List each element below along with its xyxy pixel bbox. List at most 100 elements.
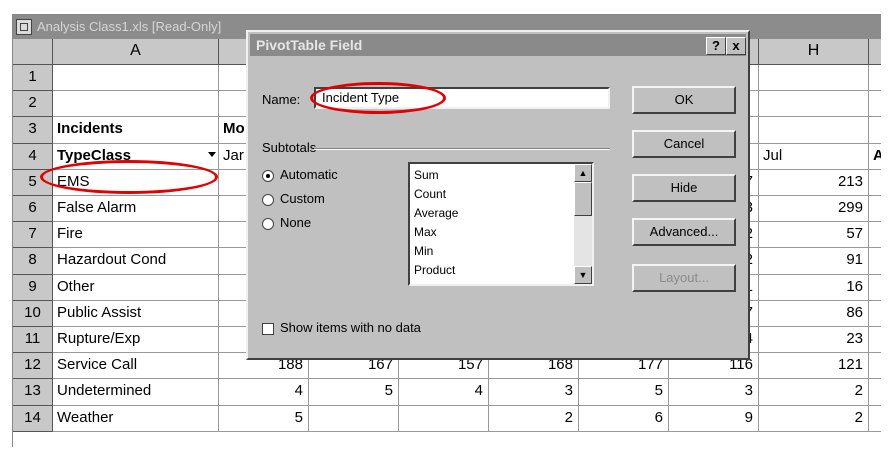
table-cell[interactable]: A: [869, 144, 881, 170]
table-cell[interactable]: Jul: [759, 143, 869, 170]
table-cell[interactable]: 299: [759, 196, 869, 223]
custom-radio[interactable]: [262, 194, 274, 206]
row-header[interactable]: 6: [13, 196, 53, 223]
table-cell[interactable]: [869, 170, 881, 196]
table-cell[interactable]: [53, 65, 219, 92]
row-header[interactable]: 11: [13, 327, 53, 354]
row-header[interactable]: 7: [13, 222, 53, 249]
list-item[interactable]: Sum: [414, 166, 439, 184]
row-header[interactable]: 12: [13, 353, 53, 380]
subtotals-listbox[interactable]: Sum Count Average Max Min Product ▲ ▼: [408, 162, 594, 286]
list-item[interactable]: Count: [414, 185, 446, 203]
table-cell[interactable]: [869, 275, 881, 301]
row-header[interactable]: 2: [13, 91, 53, 118]
table-cell[interactable]: Rupture/Exp: [53, 327, 219, 354]
table-cell[interactable]: [309, 405, 399, 432]
table-cell[interactable]: 91: [759, 248, 869, 275]
table-cell[interactable]: [759, 91, 869, 118]
table-cell[interactable]: 3: [669, 379, 759, 406]
custom-radio-label[interactable]: Custom: [280, 191, 325, 206]
ok-button[interactable]: OK: [632, 86, 736, 114]
layout-button[interactable]: Layout...: [632, 264, 736, 292]
table-cell[interactable]: 213: [759, 169, 869, 196]
scroll-up-icon[interactable]: ▲: [574, 164, 592, 182]
list-item[interactable]: Max: [414, 223, 437, 241]
dialog-title-bar[interactable]: PivotTable Field ? x: [250, 34, 746, 56]
table-cell[interactable]: Fire: [53, 222, 219, 249]
table-cell[interactable]: Service Call: [53, 353, 219, 380]
list-item[interactable]: Average: [414, 204, 458, 222]
table-cell[interactable]: 2: [489, 405, 579, 432]
list-item[interactable]: Min: [414, 242, 433, 260]
name-highlight-oval: [310, 82, 446, 114]
row-header[interactable]: 9: [13, 274, 53, 301]
table-cell[interactable]: 2: [759, 379, 869, 406]
table-cell[interactable]: [869, 379, 881, 406]
table-cell[interactable]: 3: [489, 379, 579, 406]
table-cell[interactable]: 86: [759, 300, 869, 327]
table-cell[interactable]: 4: [399, 379, 489, 406]
chevron-down-icon[interactable]: [208, 151, 216, 157]
table-cell[interactable]: Other: [53, 274, 219, 301]
table-cell[interactable]: [759, 65, 869, 92]
pivottable-field-dialog: PivotTable Field ? x Name: Incident Type…: [246, 30, 750, 360]
scroll-down-icon[interactable]: ▼: [574, 266, 592, 284]
row-header[interactable]: 10: [13, 300, 53, 327]
column-header[interactable]: [869, 39, 881, 65]
table-cell[interactable]: Hazardout Cond: [53, 248, 219, 275]
row-header[interactable]: 1: [13, 65, 53, 92]
help-button[interactable]: ?: [706, 37, 726, 55]
table-cell[interactable]: [869, 222, 881, 249]
table-cell[interactable]: [869, 196, 881, 223]
list-item[interactable]: Product: [414, 261, 455, 279]
table-cell[interactable]: 5: [579, 379, 669, 406]
none-radio-label[interactable]: None: [280, 215, 311, 230]
table-cell[interactable]: [759, 117, 869, 144]
hide-button[interactable]: Hide: [632, 174, 736, 202]
table-cell[interactable]: [869, 65, 881, 92]
table-cell[interactable]: Undetermined: [53, 379, 219, 406]
column-header-a[interactable]: A: [53, 39, 219, 65]
row-header[interactable]: 14: [13, 405, 53, 432]
table-cell[interactable]: 4: [219, 379, 309, 406]
select-all-corner[interactable]: [13, 39, 53, 65]
table-cell[interactable]: 16: [759, 274, 869, 301]
table-cell[interactable]: [53, 91, 219, 118]
table-cell[interactable]: 9: [669, 405, 759, 432]
automatic-radio[interactable]: [262, 170, 274, 182]
table-cell[interactable]: [869, 353, 881, 380]
table-cell[interactable]: 2: [759, 405, 869, 432]
table-cell[interactable]: [869, 406, 881, 432]
table-cell[interactable]: Incidents: [53, 117, 219, 144]
table-cell[interactable]: [869, 248, 881, 275]
table-cell[interactable]: 121: [759, 353, 869, 380]
row-header[interactable]: 3: [13, 117, 53, 144]
table-cell[interactable]: 6: [579, 405, 669, 432]
table-cell[interactable]: [399, 405, 489, 432]
close-button[interactable]: x: [726, 37, 746, 55]
advanced-button[interactable]: Advanced...: [632, 218, 736, 246]
show-items-checkbox[interactable]: [262, 323, 274, 335]
table-cell[interactable]: 23: [759, 327, 869, 354]
row-header[interactable]: 8: [13, 248, 53, 275]
table-cell[interactable]: [869, 91, 881, 118]
none-radio[interactable]: [262, 218, 274, 230]
table-cell[interactable]: 57: [759, 222, 869, 249]
table-cell[interactable]: 5: [219, 405, 309, 432]
listbox-scrollbar[interactable]: ▲ ▼: [574, 164, 592, 284]
cancel-button[interactable]: Cancel: [632, 130, 736, 158]
table-cell[interactable]: False Alarm: [53, 196, 219, 223]
table-cell[interactable]: Weather: [53, 405, 219, 432]
scroll-thumb[interactable]: [574, 182, 592, 216]
table-cell[interactable]: [869, 327, 881, 354]
table-cell[interactable]: 5: [309, 379, 399, 406]
show-items-label[interactable]: Show items with no data: [280, 320, 421, 335]
table-cell[interactable]: [869, 117, 881, 144]
row-header[interactable]: 13: [13, 379, 53, 406]
typeclass-highlight-oval: [40, 160, 218, 194]
column-header-h[interactable]: H: [759, 39, 869, 65]
automatic-radio-label[interactable]: Automatic: [280, 167, 338, 182]
table-cell[interactable]: [869, 301, 881, 327]
row-header[interactable]: 4: [13, 143, 53, 170]
table-cell[interactable]: Public Assist: [53, 300, 219, 327]
